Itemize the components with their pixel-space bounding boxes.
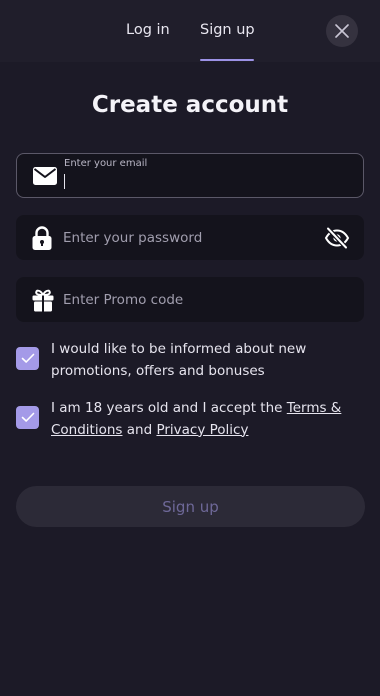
sign-up-button[interactable]: Sign up <box>16 486 365 527</box>
lock-icon <box>32 225 52 250</box>
eye-off-icon <box>324 226 350 249</box>
password-input[interactable] <box>63 215 323 260</box>
page-title: Create account <box>91 92 289 118</box>
age-consent-prefix: I am 18 years old and I accept the <box>51 400 287 416</box>
email-input[interactable] <box>64 168 324 196</box>
promotions-checkbox[interactable] <box>16 347 39 370</box>
password-field[interactable] <box>16 215 364 260</box>
toggle-password-visibility[interactable] <box>324 226 350 249</box>
age-terms-consent-text: I am 18 years old and I accept the Terms… <box>51 398 356 441</box>
active-tab-indicator <box>200 59 254 61</box>
tab-login[interactable]: Log in <box>126 22 170 38</box>
age-terms-checkbox[interactable] <box>16 406 39 429</box>
text-cursor <box>64 174 65 189</box>
privacy-policy-link[interactable]: Privacy Policy <box>156 422 248 438</box>
promotions-consent-text: I would like to be informed about new pr… <box>51 341 307 379</box>
auth-header: Log in Sign up <box>0 0 380 62</box>
gift-icon <box>32 288 54 312</box>
promo-field[interactable] <box>16 277 364 322</box>
checkmark-icon <box>21 353 34 363</box>
close-icon <box>335 24 349 38</box>
checkmark-icon <box>21 412 34 422</box>
close-button[interactable] <box>326 15 358 47</box>
tab-signup[interactable]: Sign up <box>200 22 255 38</box>
consent-conjunction: and <box>122 421 157 438</box>
envelope-icon <box>33 166 57 185</box>
promo-input[interactable] <box>63 277 323 322</box>
email-field[interactable]: Enter your email <box>16 153 364 198</box>
